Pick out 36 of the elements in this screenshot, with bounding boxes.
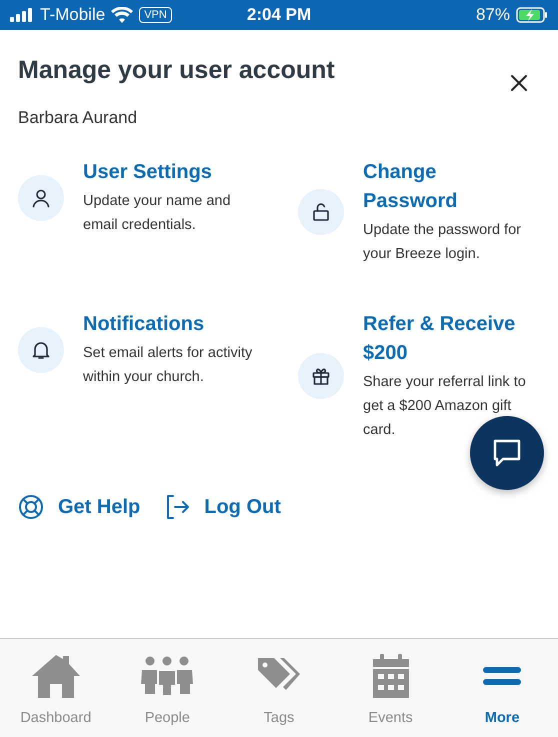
card-description: Update the password for your Breeze login. — [363, 221, 522, 264]
battery-percent: 87% — [476, 5, 510, 25]
chat-button[interactable] — [470, 416, 544, 490]
tab-bar-item[interactable]: Dashboard — [0, 653, 112, 737]
gift-icon — [311, 366, 331, 386]
card-title-link[interactable]: Notifications — [83, 310, 248, 339]
house-icon — [30, 654, 81, 698]
vpn-badge: VPN — [139, 7, 172, 23]
bell-icon — [31, 340, 51, 360]
card-title-link[interactable]: Change Password — [363, 158, 528, 216]
card-description: Update your name and email credentials. — [83, 192, 232, 235]
close-icon — [510, 74, 528, 92]
calendar-icon — [370, 654, 411, 698]
chat-bubble-icon — [492, 438, 522, 468]
card-title-link[interactable]: User Settings — [83, 158, 248, 187]
footer-link[interactable]: Get Help — [18, 494, 140, 520]
charging-battery-icon — [516, 7, 548, 23]
unlocked-padlock-icon — [311, 202, 331, 222]
user-name: Barbara Aurand — [18, 108, 138, 128]
card-description: Set email alerts for activity within your church. — [83, 344, 254, 387]
clock-time: 2:04 PM — [246, 5, 312, 25]
carrier-name: T-Mobile — [40, 5, 106, 25]
page-title: Manage your user account — [18, 56, 335, 85]
people-icon — [139, 656, 196, 696]
footer-link[interactable]: Log Out — [166, 494, 281, 520]
card-description: Share your referral link to get a $200 Amazon gift card. — [363, 373, 527, 440]
tab-bar-item[interactable]: People — [112, 653, 224, 737]
signal-icon — [10, 8, 34, 22]
tab-bar-item[interactable]: Tags — [223, 653, 335, 737]
lifebuoy-icon — [18, 494, 44, 520]
wifi-icon — [111, 7, 134, 23]
person-icon — [31, 188, 51, 208]
tab-bar-item[interactable]: Events — [334, 653, 446, 737]
card-title-link[interactable]: Refer & Receive $200 — [363, 310, 528, 368]
tab-bar-item[interactable]: More — [446, 653, 558, 737]
logout-icon — [166, 494, 190, 520]
